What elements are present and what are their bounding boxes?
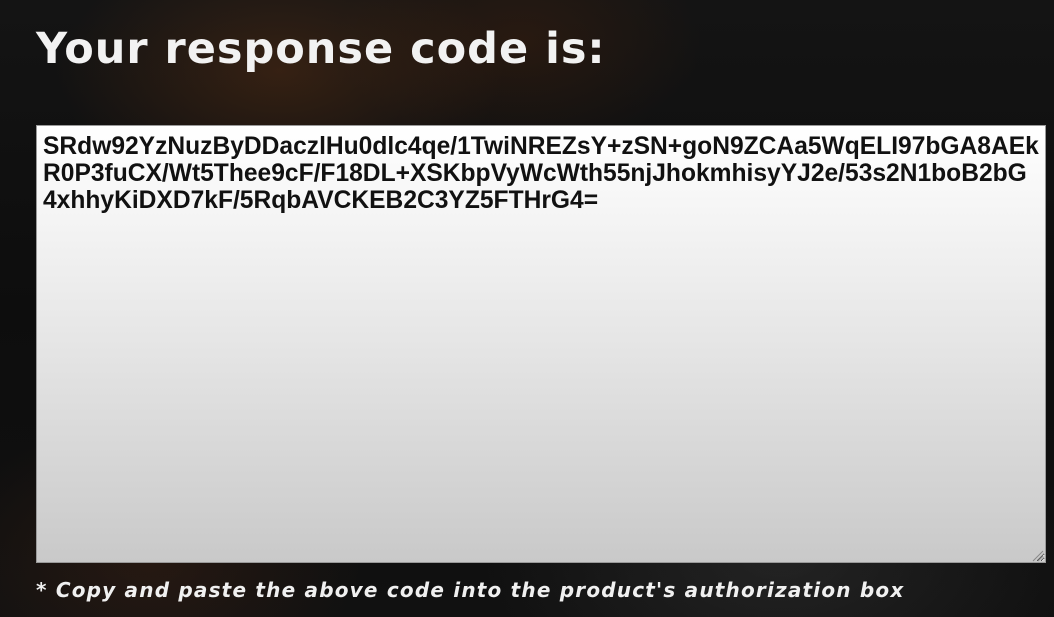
response-code-textarea[interactable]: SRdw92YzNuzByDDaczlHu0dlc4qe/1TwiNREZsY+… (36, 125, 1046, 563)
copy-instruction-note: * Copy and paste the above code into the… (36, 578, 905, 602)
page-title: Your response code is: (36, 24, 606, 74)
response-code-panel: Your response code is: SRdw92YzNuzByDDac… (0, 0, 1054, 617)
